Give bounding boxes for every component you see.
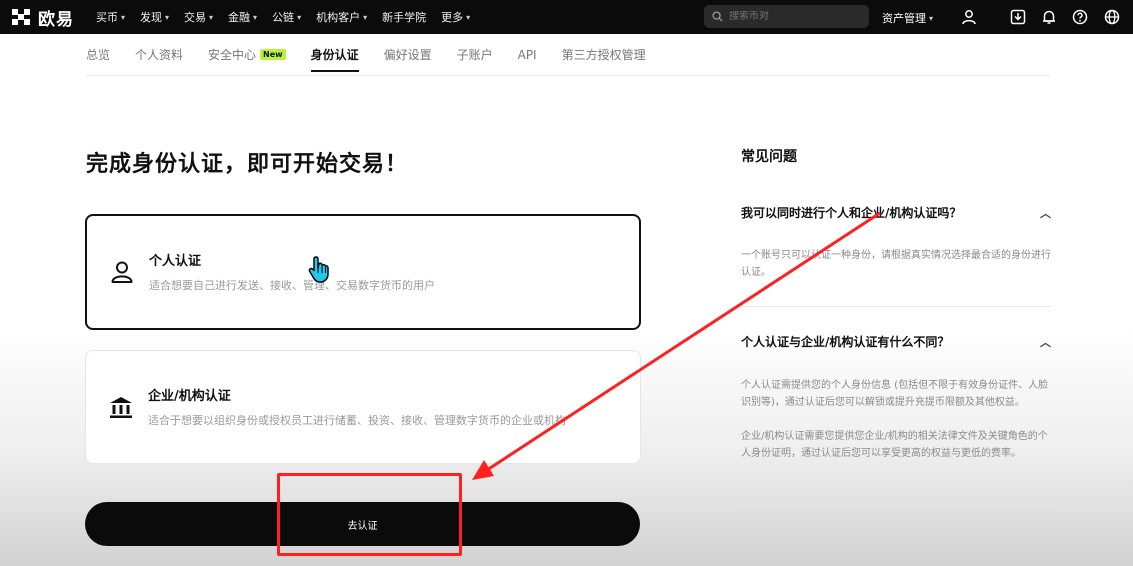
chevron-down-icon: ▾	[466, 12, 471, 22]
tab-label: API	[517, 47, 537, 62]
globe-icon[interactable]	[1103, 8, 1121, 26]
tab-overview[interactable]: 总览	[86, 34, 110, 76]
tab-subaccounts[interactable]: 子账户	[457, 34, 493, 76]
nav-item-label: 机构客户	[316, 11, 361, 24]
nav-item-chain[interactable]: 公链 ▾	[272, 9, 301, 25]
user-icon[interactable]	[960, 8, 978, 26]
tab-preferences[interactable]: 偏好设置	[384, 34, 432, 76]
chevron-down-icon: ▾	[929, 13, 934, 23]
business-verification-option[interactable]: 企业/机构认证 适合于想要以组织身份或授权员工进行储蓄、投资、接收、管理数字货币…	[85, 350, 641, 464]
business-verification-desc: 适合于想要以组织身份或授权员工进行储蓄、投资、接收、管理数字货币的企业或机构	[148, 413, 566, 427]
nav-item-trade[interactable]: 交易 ▾	[184, 9, 213, 25]
nav-item-label: 金融	[228, 11, 251, 24]
brand-name: 欧易	[38, 9, 74, 30]
faq-question-text: 个人认证与企业/机构认证有什么不同？	[741, 335, 950, 349]
chevron-down-icon: ▾	[165, 12, 170, 22]
tab-api[interactable]: API	[518, 34, 537, 76]
tab-verification[interactable]: 身份认证	[310, 34, 359, 76]
chevron-down-icon: ▾	[253, 12, 258, 22]
tab-label: 总览	[86, 48, 111, 62]
chevron-down-icon: ▾	[297, 12, 302, 22]
tab-label: 偏好设置	[383, 48, 432, 62]
person-icon	[111, 261, 133, 283]
faq-heading: 常见问题	[741, 149, 797, 165]
nav-item-label: 新手学院	[382, 11, 427, 24]
search-input[interactable]	[729, 11, 859, 22]
asset-management-label: 资产管理	[882, 12, 926, 25]
faq-question-1[interactable]: 我可以同时进行个人和企业/机构认证吗？ ︿	[741, 204, 1051, 221]
faq-divider	[741, 505, 1051, 506]
asset-management-menu[interactable]: 资产管理 ▾	[882, 10, 933, 26]
tab-label: 第三方授权管理	[561, 48, 646, 62]
nav-item-label: 更多	[441, 11, 464, 24]
bell-icon[interactable]	[1040, 8, 1058, 26]
business-verification-title: 企业/机构认证	[148, 388, 231, 404]
personal-verification-desc: 适合想要自己进行发送、接收、管理、交易数字货币的用户	[149, 278, 435, 292]
nav-item-label: 公链	[272, 11, 295, 24]
top-navbar: 欧易 买币▾ 发现▾ 交易▾ 金融▾ 公链▾ 机构客户▾ 新手学院 更多▾ 资产…	[0, 0, 1133, 34]
brand-logo[interactable]: 欧易	[12, 5, 96, 30]
chevron-up-icon: ︿	[1040, 335, 1051, 349]
chevron-down-icon: ▾	[209, 12, 214, 22]
chevron-down-icon: ▾	[363, 12, 368, 22]
tab-label: 个人资料	[135, 48, 184, 62]
faq-divider	[741, 306, 1051, 307]
faq-answer-2-business: 企业/机构认证需要您提供您企业/机构的相关法律文件及关键角色的个人身份证明，通过…	[741, 431, 1048, 459]
tab-security[interactable]: 安全中心 New	[208, 34, 286, 76]
nav-item-discover[interactable]: 发现 ▾	[140, 9, 169, 25]
nav-item-buy[interactable]: 买币 ▾	[96, 9, 125, 25]
tab-profile[interactable]: 个人资料	[135, 34, 183, 76]
personal-verification-option[interactable]: 个人认证 适合想要自己进行发送、接收、管理、交易数字货币的用户	[85, 214, 641, 330]
faq-answer-2: 个人认证需提供您的个人身份信息 (包括但不限于有效身份证件、人脸识别等)，通过认…	[741, 380, 1049, 408]
nav-item-label: 交易	[184, 11, 207, 24]
annotation-highlight-box	[277, 473, 462, 556]
search-box[interactable]	[704, 5, 869, 28]
nav-item-label: 发现	[140, 11, 163, 24]
tab-label: 安全中心	[208, 48, 257, 62]
bank-icon	[110, 397, 132, 418]
search-icon	[712, 11, 723, 22]
hand-pointer-cursor-icon	[308, 256, 329, 283]
tab-label: 子账户	[456, 48, 493, 62]
chevron-down-icon: ▾	[121, 12, 126, 22]
personal-verification-title: 个人认证	[149, 253, 202, 269]
main-menu: 买币 ▾ 发现 ▾ 交易 ▾ 金融 ▾ 公链 ▾ 机构客户 ▾ 新手学院 更多 ▾	[96, 0, 485, 34]
nav-item-more[interactable]: 更多 ▾	[441, 9, 470, 25]
nav-item-institution[interactable]: 机构客户 ▾	[316, 9, 367, 25]
faq-question-2[interactable]: 个人认证与企业/机构认证有什么不同？ ︿	[741, 333, 1051, 350]
faq-answer-1: 一个账号只可以认证一种身份，请根据真实情况选择最合适的身份进行认证。	[741, 250, 1051, 278]
tab-third-party-auth[interactable]: 第三方授权管理	[562, 34, 646, 76]
nav-item-finance[interactable]: 金融 ▾	[228, 9, 257, 25]
new-badge: New	[260, 49, 286, 60]
chevron-up-icon: ︿	[1040, 206, 1051, 220]
account-tabs: 总览 个人资料 安全中心 New 身份认证 偏好设置 子账户 API 第三方授权管…	[86, 34, 1050, 76]
tab-label: 身份认证	[310, 48, 359, 62]
okx-logo-icon	[12, 9, 34, 25]
download-icon[interactable]	[1009, 8, 1027, 26]
faq-question-text: 我可以同时进行个人和企业/机构认证吗？	[741, 206, 962, 220]
nav-item-label: 买币	[96, 11, 118, 24]
nav-item-academy[interactable]: 新手学院	[382, 9, 426, 25]
help-icon[interactable]	[1071, 8, 1089, 26]
page-title: 完成身份认证，即可开始交易！	[86, 152, 409, 177]
